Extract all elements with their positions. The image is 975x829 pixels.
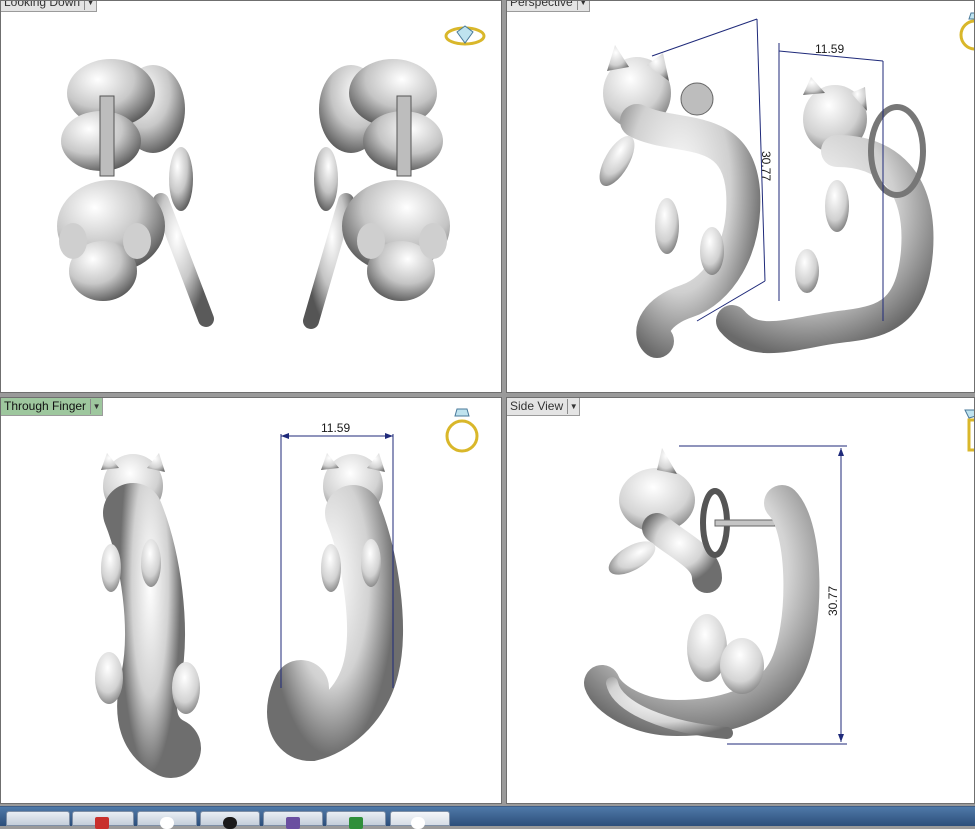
cat-model-right [716, 77, 934, 354]
app-icon [349, 817, 363, 829]
app-icon [286, 817, 300, 829]
cat-model-left [95, 453, 201, 778]
app-icon [160, 817, 174, 829]
taskbar-button[interactable] [390, 811, 450, 829]
taskbar-button[interactable] [72, 811, 134, 829]
taskbar-button[interactable] [263, 811, 323, 829]
viewport-looking-down[interactable]: Looking Down ▼ [0, 0, 502, 393]
gem-ring-icon[interactable] [959, 406, 975, 456]
dimension-line [651, 18, 758, 57]
gem-ring-icon[interactable] [443, 23, 487, 49]
side-view-scene: 30.77 [584, 445, 847, 745]
viewport-through-finger[interactable]: Through Finger ▼ 11.59 [0, 397, 502, 804]
taskbar-button[interactable] [200, 811, 260, 829]
viewport-title-side-view[interactable]: Side View ▼ [507, 398, 581, 416]
through-finger-scene: 11.59 [95, 421, 403, 778]
viewport-side-view[interactable]: Side View ▼ 30.77 [506, 397, 975, 804]
cat-model-right [267, 453, 403, 762]
cat-model-left [57, 59, 214, 327]
app-icon [411, 817, 425, 829]
app-icon [95, 817, 109, 829]
viewport-title-text: Side View [510, 399, 564, 413]
viewport-title-looking-down[interactable]: Looking Down ▼ [1, 0, 98, 12]
taskbar-button[interactable] [137, 811, 197, 829]
dimension-label-vertical: 30.77 [759, 151, 773, 181]
cat-model-right [303, 59, 450, 329]
ring-icon[interactable] [441, 406, 483, 456]
perspective-scene: 30.77 11.59 [599, 18, 934, 358]
viewport-title-text: Looking Down [4, 0, 81, 9]
app-icon [223, 817, 237, 829]
chevron-down-icon[interactable]: ▼ [90, 399, 102, 414]
taskbar [0, 806, 975, 829]
chevron-down-icon[interactable]: ▼ [84, 1, 96, 10]
chevron-down-icon[interactable]: ▼ [567, 399, 579, 414]
cat-model-left [599, 45, 761, 358]
ring-icon[interactable] [955, 9, 975, 53]
viewport-title-perspective[interactable]: Perspective ▼ [507, 0, 590, 12]
viewport-title-text: Through Finger [4, 399, 87, 413]
cat-model [584, 448, 820, 739]
viewport-title-text: Perspective [510, 0, 573, 9]
dimension-line [756, 18, 766, 282]
taskbar-button[interactable] [6, 811, 70, 826]
chevron-down-icon[interactable]: ▼ [576, 1, 589, 10]
looking-down-scene [57, 59, 450, 329]
viewport-perspective[interactable]: Perspective ▼ 30.77 11.59 [506, 0, 975, 393]
taskbar-button[interactable] [326, 811, 386, 829]
dimension-label: 11.59 [815, 42, 844, 56]
dimension-label: 11.59 [321, 421, 350, 435]
dimension-label-vertical: 30.77 [826, 586, 840, 616]
viewport-title-through-finger[interactable]: Through Finger ▼ [1, 398, 104, 416]
